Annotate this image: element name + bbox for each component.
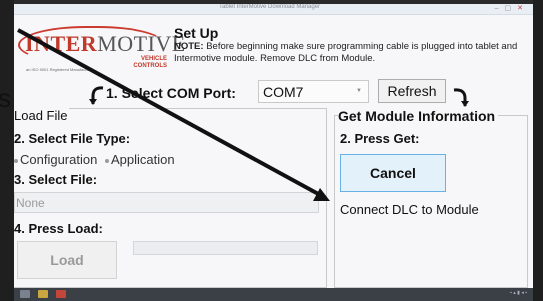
close-icon[interactable]: ✕ xyxy=(517,5,529,12)
photo-bezel-right xyxy=(533,0,543,301)
app-icon[interactable] xyxy=(56,290,66,298)
window-titlebar: Tablet InterMotive Download Manager –▢✕ xyxy=(14,4,533,15)
setup-title: Set Up xyxy=(174,25,219,41)
window-title: Tablet InterMotive Download Manager xyxy=(219,4,321,10)
outside-text-s: s xyxy=(0,83,11,113)
radio-application[interactable]: Application xyxy=(104,152,175,167)
window-controls[interactable]: –▢✕ xyxy=(495,4,529,12)
photo-bezel-left xyxy=(0,0,14,301)
radio-dot-icon xyxy=(14,158,18,163)
load-button[interactable]: Load xyxy=(17,241,117,279)
note-label: NOTE: xyxy=(174,41,204,52)
windows-taskbar: ▪ ▴ ▮ ◂ ▪ xyxy=(14,288,533,301)
com-port-label: 1. Select COM Port: xyxy=(106,85,236,101)
file-select-field[interactable]: None xyxy=(14,192,319,213)
logo-brand-part2: MOTIVE xyxy=(97,31,186,56)
intermotive-logo: INTERMOTIVE VEHICLE CONTROLS an ISO 9001… xyxy=(17,23,185,75)
file-type-radio-group: Configuration Application xyxy=(14,152,175,167)
logo-wordmark: INTERMOTIVE xyxy=(25,31,186,57)
system-tray: ▪ ▴ ▮ ◂ ▪ xyxy=(510,290,527,296)
tablet-screen: Tablet InterMotive Download Manager –▢✕ … xyxy=(14,4,533,301)
logo-tagline: an ISO 9001 Registered Manufacturer xyxy=(26,67,94,72)
load-progress-bar xyxy=(133,241,318,255)
file-value: None xyxy=(16,196,45,210)
note-text: Before beginning make sure programming c… xyxy=(174,41,518,64)
com-port-select[interactable]: COM7 ▼ xyxy=(258,80,369,103)
curved-arrow-right-icon xyxy=(453,88,469,107)
module-status-text: Connect DLC to Module xyxy=(340,202,479,217)
radio-configuration-label: Configuration xyxy=(20,152,98,167)
press-load-label: 4. Press Load: xyxy=(14,221,103,236)
maximize-icon[interactable]: ▢ xyxy=(505,5,518,12)
start-icon[interactable] xyxy=(20,290,30,298)
cancel-button[interactable]: Cancel xyxy=(340,154,446,192)
curved-arrow-left-icon xyxy=(89,86,104,105)
refresh-button[interactable]: Refresh xyxy=(378,79,446,103)
com-port-value: COM7 xyxy=(263,84,304,100)
select-file-type-label: 2. Select File Type: xyxy=(14,131,131,146)
logo-brand-part1: INTER xyxy=(25,31,98,56)
file-explorer-icon[interactable] xyxy=(38,290,48,298)
radio-configuration[interactable]: Configuration xyxy=(14,152,97,167)
radio-dot-icon xyxy=(104,158,109,163)
load-file-title: Load File xyxy=(14,108,70,123)
select-file-label: 3. Select File: xyxy=(14,172,98,187)
setup-note: NOTE: Before beginning make sure program… xyxy=(174,41,528,65)
minimize-icon[interactable]: – xyxy=(495,5,505,12)
logo-subtitle: VEHICLE CONTROLS xyxy=(133,56,167,69)
chevron-down-icon: ▼ xyxy=(356,88,362,94)
radio-application-label: Application xyxy=(110,152,175,167)
module-info-title: Get Module Information xyxy=(338,108,499,124)
press-get-label: 2. Press Get: xyxy=(340,131,420,146)
